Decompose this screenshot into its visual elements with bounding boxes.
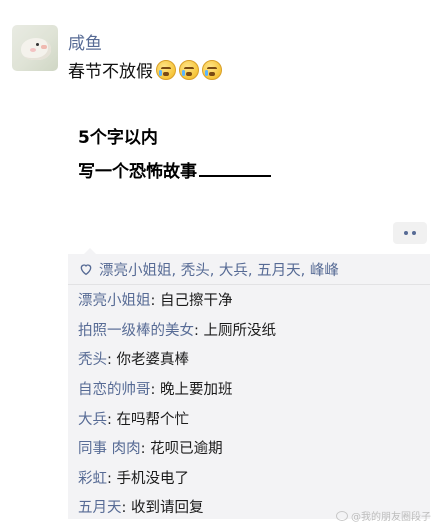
comment-row[interactable]: 同事 肉肉: 花呗已逾期 bbox=[68, 433, 430, 463]
post-text-row: 春节不放假 bbox=[68, 57, 222, 82]
comment-row[interactable]: 拍照一级棒的美女: 上厕所没纸 bbox=[68, 315, 430, 345]
comment-row[interactable]: 自恋的帅哥: 晚上要加班 bbox=[68, 374, 430, 404]
comment-text: : 上厕所没纸 bbox=[194, 322, 276, 339]
crying-emoji-icon bbox=[156, 59, 176, 80]
comment-row[interactable]: 彩虹: 手机没电了 bbox=[68, 463, 430, 493]
comment-list: 漂亮小姐姐: 自己擦干净 拍照一级棒的美女: 上厕所没纸 秃头: 你老婆真棒 自恋的帅… bbox=[68, 285, 430, 522]
comment-panel: 漂亮小姐姐, 秃头, 大兵, 五月天, 峰峰 漂亮小姐姐: 自己擦干净 拍照一级棒… bbox=[68, 248, 430, 522]
comment-author[interactable]: 秃头 bbox=[78, 348, 107, 369]
dot-icon bbox=[412, 231, 416, 235]
comment-text: : 你老婆真棒 bbox=[107, 352, 189, 369]
heart-icon bbox=[80, 264, 92, 276]
comment-author[interactable]: 彩虹 bbox=[78, 467, 107, 488]
blank-underline bbox=[199, 161, 271, 177]
post-text: 春节不放假 bbox=[68, 62, 153, 82]
comment-author[interactable]: 同事 肉肉 bbox=[78, 437, 141, 458]
image-text-line-2: 写一个恐怖故事 bbox=[78, 157, 271, 182]
post-image[interactable]: 5个字以内 写一个恐怖故事 bbox=[68, 99, 286, 209]
comment-author[interactable]: 拍照一级棒的美女 bbox=[78, 319, 194, 340]
comment-row[interactable]: 大兵: 在吗帮个忙 bbox=[68, 403, 430, 433]
image-text-line-1: 5个字以内 bbox=[78, 128, 158, 148]
comment-text: : 手机没电了 bbox=[107, 470, 189, 487]
crying-emoji-icon bbox=[179, 59, 199, 80]
likes-names[interactable]: 漂亮小姐姐, 秃头, 大兵, 五月天, 峰峰 bbox=[99, 259, 339, 280]
comment-row[interactable]: 漂亮小姐姐: 自己擦干净 bbox=[68, 285, 430, 315]
avatar[interactable] bbox=[12, 25, 58, 71]
more-actions-button[interactable] bbox=[393, 222, 427, 244]
likes-row: 漂亮小姐姐, 秃头, 大兵, 五月天, 峰峰 bbox=[68, 254, 430, 285]
comment-author[interactable]: 五月天 bbox=[78, 496, 122, 517]
comment-author[interactable]: 漂亮小姐姐 bbox=[78, 289, 151, 310]
watermark: @我的朋友圈段子 bbox=[336, 508, 431, 523]
comment-text: : 花呗已逾期 bbox=[140, 441, 223, 458]
comment-text: : 晚上要加班 bbox=[150, 382, 233, 399]
comment-text: : 自己擦干净 bbox=[150, 293, 233, 310]
comment-author[interactable]: 自恋的帅哥 bbox=[78, 378, 151, 399]
author-name[interactable]: 咸鱼 bbox=[68, 29, 102, 54]
comment-author[interactable]: 大兵 bbox=[78, 408, 107, 429]
dot-icon bbox=[404, 231, 408, 235]
weibo-icon bbox=[336, 510, 348, 521]
bird-avatar-image bbox=[21, 38, 51, 60]
comment-text: : 在吗帮个忙 bbox=[107, 411, 189, 428]
comment-text: : 收到请回复 bbox=[121, 500, 204, 517]
crying-emoji-icon bbox=[202, 59, 222, 80]
comment-row[interactable]: 秃头: 你老婆真棒 bbox=[68, 344, 430, 374]
